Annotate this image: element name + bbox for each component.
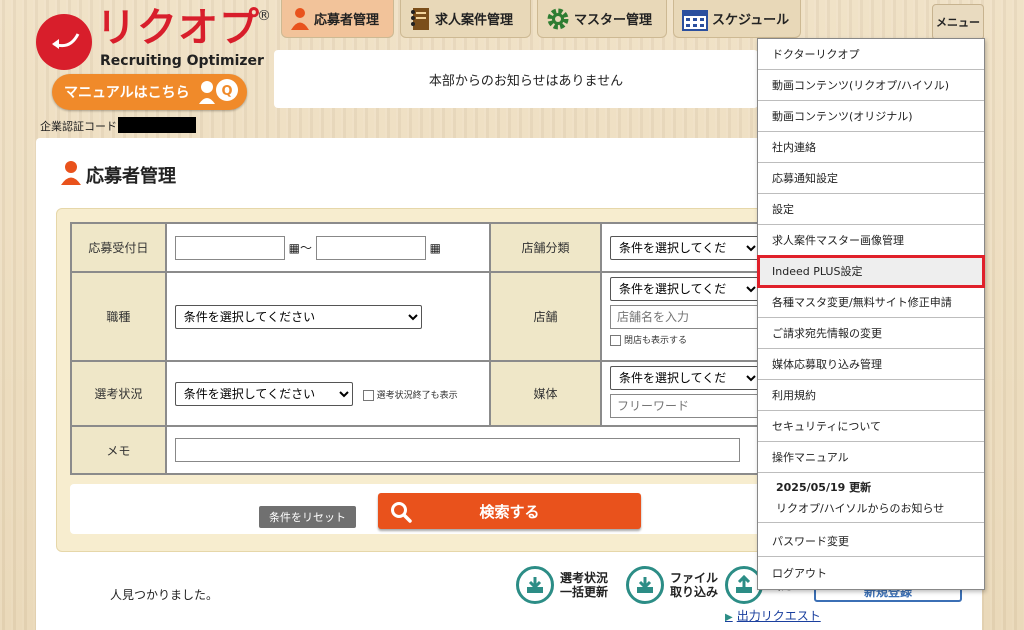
store-name-input[interactable]: [610, 305, 760, 329]
reset-button[interactable]: 条件をリセット: [259, 506, 356, 528]
tab-job-postings[interactable]: 求人案件管理: [400, 0, 531, 38]
menu-item-terms[interactable]: 利用規約: [758, 380, 984, 411]
tab-master[interactable]: マスター管理: [537, 0, 667, 38]
import-icon: [626, 566, 664, 604]
media-label: 媒体: [488, 360, 603, 427]
auth-code-redacted: [118, 117, 196, 133]
logo-text[interactable]: リクオプ: [96, 6, 260, 50]
menu-item-media-import[interactable]: 媒体応募取り込み管理: [758, 349, 984, 380]
bulk-update-line1: 選考状況: [560, 571, 609, 585]
calendar-icon[interactable]: ▦: [289, 241, 300, 255]
store-category-select[interactable]: 条件を選択してくだ: [610, 235, 760, 260]
menu-item-password-change[interactable]: パスワード変更: [758, 526, 984, 557]
job-type-label: 職種: [70, 271, 167, 362]
tab-schedule-label: スケジュール: [712, 13, 790, 28]
tab-job-postings-label: 求人案件管理: [435, 13, 514, 28]
page-title: 応募者管理: [86, 166, 176, 187]
media-select[interactable]: 条件を選択してくだ: [610, 366, 760, 390]
calendar-icon: [682, 9, 708, 31]
download-icon: [516, 566, 554, 604]
status-label: 選考状況: [70, 360, 167, 427]
menu-item-news[interactable]: 2025/05/19 更新 リクオプ/ハイソルからのお知らせ: [758, 473, 984, 523]
status-done-label: 選考状況終了も表示: [376, 390, 458, 401]
person-icon: [291, 7, 309, 30]
menu-item-logout[interactable]: ログアウト: [758, 557, 984, 588]
menu-item-video-original[interactable]: 動画コンテンツ(オリジナル): [758, 101, 984, 132]
closed-store-checkbox[interactable]: [610, 335, 621, 346]
free-word-input[interactable]: [610, 394, 760, 418]
logo-arrow-icon: [52, 33, 80, 49]
bulk-update-line2: 一括更新: [560, 585, 609, 599]
search-button[interactable]: 検索する: [378, 493, 641, 529]
bulk-status-update-button[interactable]: 選考状況 一括更新: [516, 566, 608, 604]
store-label: 店舗: [488, 271, 603, 362]
help-person-icon: Q: [199, 79, 238, 104]
manual-button-label: マニュアルはこちら: [64, 85, 190, 101]
search-form: 応募受付日 ▦～ ▦ 店舗分類 条件を選択してくだ 職種 条件を選択してください…: [70, 222, 771, 475]
store-select[interactable]: 条件を選択してくだ: [610, 277, 760, 301]
menu-item-indeed-plus-settings[interactable]: Indeed PLUS設定: [757, 255, 985, 288]
memo-label: メモ: [70, 425, 167, 475]
status-done-checkbox[interactable]: [362, 389, 374, 401]
file-import-button[interactable]: ファイル 取り込み: [626, 566, 718, 604]
date-to-input[interactable]: [315, 235, 426, 260]
closed-store-label: 閉店も表示する: [624, 336, 688, 346]
logo-subtitle: Recruiting Optimizer: [100, 53, 264, 69]
news-date: 2025/05/19 更新: [776, 481, 872, 494]
menu-dropdown: ドクターリクオプ 動画コンテンツ(リクオプ/ハイソル) 動画コンテンツ(オリジナ…: [757, 38, 985, 590]
date-separator: ～: [299, 240, 312, 255]
menu-item-billing-address[interactable]: ご請求宛先情報の変更: [758, 318, 984, 349]
menu-item-operation-manual[interactable]: 操作マニュアル: [758, 442, 984, 473]
auth-code-label: 企業認証コード:: [40, 120, 121, 133]
notebook-icon: [411, 7, 429, 30]
news-text: リクオプ/ハイソルからのお知らせ: [776, 502, 945, 515]
date-from-input[interactable]: [174, 235, 285, 260]
menu-item-doctor-rikuopu[interactable]: ドクターリクオプ: [758, 39, 984, 70]
help-badge: Q: [221, 84, 232, 99]
export-request-label: 出力リクエスト: [736, 609, 821, 623]
menu-item-master-change-request[interactable]: 各種マスタ変更/無料サイト修正申請: [758, 287, 984, 318]
menu-item-internal-contact[interactable]: 社内連絡: [758, 132, 984, 163]
person-icon: [61, 161, 81, 185]
export-request-link[interactable]: ▶ 出力リクエスト: [725, 607, 821, 624]
menu-item-video-official[interactable]: 動画コンテンツ(リクオプ/ハイソル): [758, 70, 984, 101]
search-icon: [391, 502, 412, 523]
tab-applicants[interactable]: 応募者管理: [281, 0, 394, 38]
menu-item-application-notification[interactable]: 応募通知設定: [758, 163, 984, 194]
tab-applicants-label: 応募者管理: [314, 13, 380, 28]
job-type-select[interactable]: 条件を選択してください: [174, 304, 422, 329]
arrow-right-icon: ▶: [725, 612, 733, 623]
gear-icon: [547, 8, 569, 29]
date-label: 応募受付日: [70, 222, 167, 273]
headquarters-notice: 本部からのお知らせはありません: [274, 50, 758, 108]
menu-item-security[interactable]: セキュリティについて: [758, 411, 984, 442]
status-select[interactable]: 条件を選択してください: [174, 381, 353, 406]
tab-master-label: マスター管理: [574, 13, 653, 28]
calendar-icon[interactable]: ▦: [430, 241, 441, 255]
menu-button[interactable]: メニュー: [932, 4, 984, 40]
store-category-label: 店舗分類: [488, 222, 603, 273]
import-line2: 取り込み: [670, 585, 719, 599]
search-button-label: 検索する: [479, 502, 540, 521]
registered-mark: ®: [257, 8, 271, 24]
menu-item-job-image-management[interactable]: 求人案件マスター画像管理: [758, 225, 984, 256]
memo-input[interactable]: [174, 438, 740, 462]
result-count: 人見つかりました。: [110, 588, 219, 602]
tab-schedule[interactable]: スケジュール: [673, 0, 801, 38]
import-line1: ファイル: [670, 571, 719, 585]
menu-item-settings[interactable]: 設定: [758, 194, 984, 225]
